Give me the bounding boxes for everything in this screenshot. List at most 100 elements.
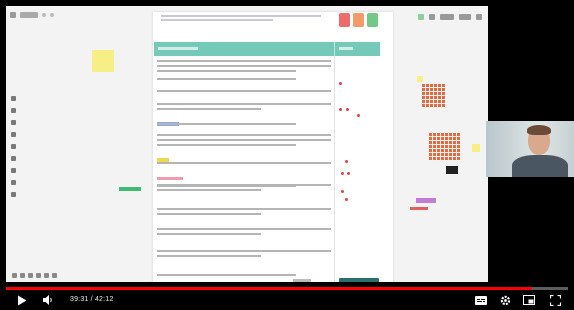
sticky-note <box>449 137 452 140</box>
sticky-note <box>442 88 445 91</box>
sticky-note <box>433 157 436 160</box>
frame-tool-icon <box>10 168 16 173</box>
more-tools-icon <box>10 192 16 197</box>
chat-icon <box>52 273 57 278</box>
board-left-toolbar <box>9 96 17 197</box>
sticky-note <box>453 137 456 140</box>
sticky-note <box>437 153 440 156</box>
sticky-note <box>426 88 429 91</box>
sticky-note <box>442 96 445 99</box>
sticky-note <box>446 166 458 174</box>
color-chip <box>339 13 350 27</box>
shape-tool-icon <box>10 132 16 137</box>
redo-icon <box>28 273 33 278</box>
cursor-tool-icon <box>418 14 424 20</box>
time-display: 39:31 / 42:12 <box>70 296 114 303</box>
table-header <box>154 42 380 56</box>
sticky-note <box>453 157 456 160</box>
document-color-chips <box>339 13 378 27</box>
sticky-note <box>429 157 432 160</box>
sticky-note <box>453 149 456 152</box>
sticky-note <box>422 92 425 95</box>
progress-played <box>6 287 533 290</box>
play-button[interactable] <box>14 293 30 307</box>
collaborators-icon <box>459 14 471 20</box>
sticky-cluster <box>429 133 460 160</box>
sticky-note <box>449 153 452 156</box>
table-row <box>157 250 331 260</box>
volume-icon <box>43 295 52 305</box>
document-heading <box>161 15 321 25</box>
sticky-note <box>433 133 436 136</box>
sticky-note <box>449 149 452 152</box>
sticky-note <box>416 198 436 203</box>
presenter-hair <box>527 125 551 135</box>
play-icon <box>18 295 27 305</box>
video-player[interactable]: 39:31 / 42:12 <box>0 0 574 310</box>
sticky-note <box>434 92 437 95</box>
comment-tool-icon <box>10 156 16 161</box>
sticky-note <box>457 133 460 136</box>
sticky-note <box>442 100 445 103</box>
sticky-note <box>445 141 448 144</box>
sticky-note <box>437 137 440 140</box>
fullscreen-button[interactable] <box>547 293 563 307</box>
sticky-note <box>429 137 432 140</box>
sticky-note <box>429 149 432 152</box>
sticky-note <box>437 149 440 152</box>
table-row <box>157 90 331 95</box>
sticky-note <box>426 84 429 87</box>
sticky-note <box>429 141 432 144</box>
color-chip <box>367 13 378 27</box>
sticky-note <box>453 133 456 136</box>
subtitles-icon <box>475 295 487 305</box>
fullscreen-icon <box>549 294 561 306</box>
subtitles-button[interactable] <box>473 293 489 307</box>
frames-icon <box>36 273 41 278</box>
sticky-note <box>438 100 441 103</box>
sticky-note <box>92 50 114 72</box>
sticky-note <box>422 88 425 91</box>
volume-button[interactable] <box>40 293 56 307</box>
sticky-note <box>429 153 432 156</box>
sticky-note <box>472 144 480 152</box>
red-marker <box>357 114 360 117</box>
table-row <box>157 123 331 128</box>
board-top-toolbar <box>6 6 126 24</box>
sticky-note <box>445 145 448 148</box>
sticky-note <box>422 96 425 99</box>
sticky-note <box>434 88 437 91</box>
progress-bar[interactable] <box>6 287 568 290</box>
sticky-note <box>457 157 460 160</box>
sticky-note <box>453 153 456 156</box>
sticky-note <box>457 141 460 144</box>
red-marker <box>341 172 344 175</box>
sticky-note <box>442 84 445 87</box>
presenter-body <box>512 155 568 177</box>
sticky-note <box>441 153 444 156</box>
table-row <box>157 78 331 83</box>
gear-icon <box>500 295 510 305</box>
table-header-label <box>339 47 353 50</box>
sticky-note <box>445 157 448 160</box>
sticky-note <box>433 145 436 148</box>
red-marker <box>347 172 350 175</box>
sticky-note <box>441 141 444 144</box>
sticky-note <box>442 92 445 95</box>
settings-button[interactable] <box>497 293 513 307</box>
sticky-note <box>438 92 441 95</box>
miniplayer-button[interactable] <box>521 293 537 307</box>
pink-highlight <box>157 177 183 180</box>
red-marker <box>345 160 348 163</box>
table-row <box>157 208 331 218</box>
sticky-note <box>441 149 444 152</box>
sticky-tool-icon <box>10 120 16 125</box>
sticky-note <box>433 149 436 152</box>
sticky-note <box>453 141 456 144</box>
sticky-note <box>457 137 460 140</box>
sticky-note <box>417 76 423 82</box>
sticky-note <box>442 104 445 107</box>
sticky-note <box>430 96 433 99</box>
sticky-note <box>437 145 440 148</box>
sticky-note <box>449 157 452 160</box>
